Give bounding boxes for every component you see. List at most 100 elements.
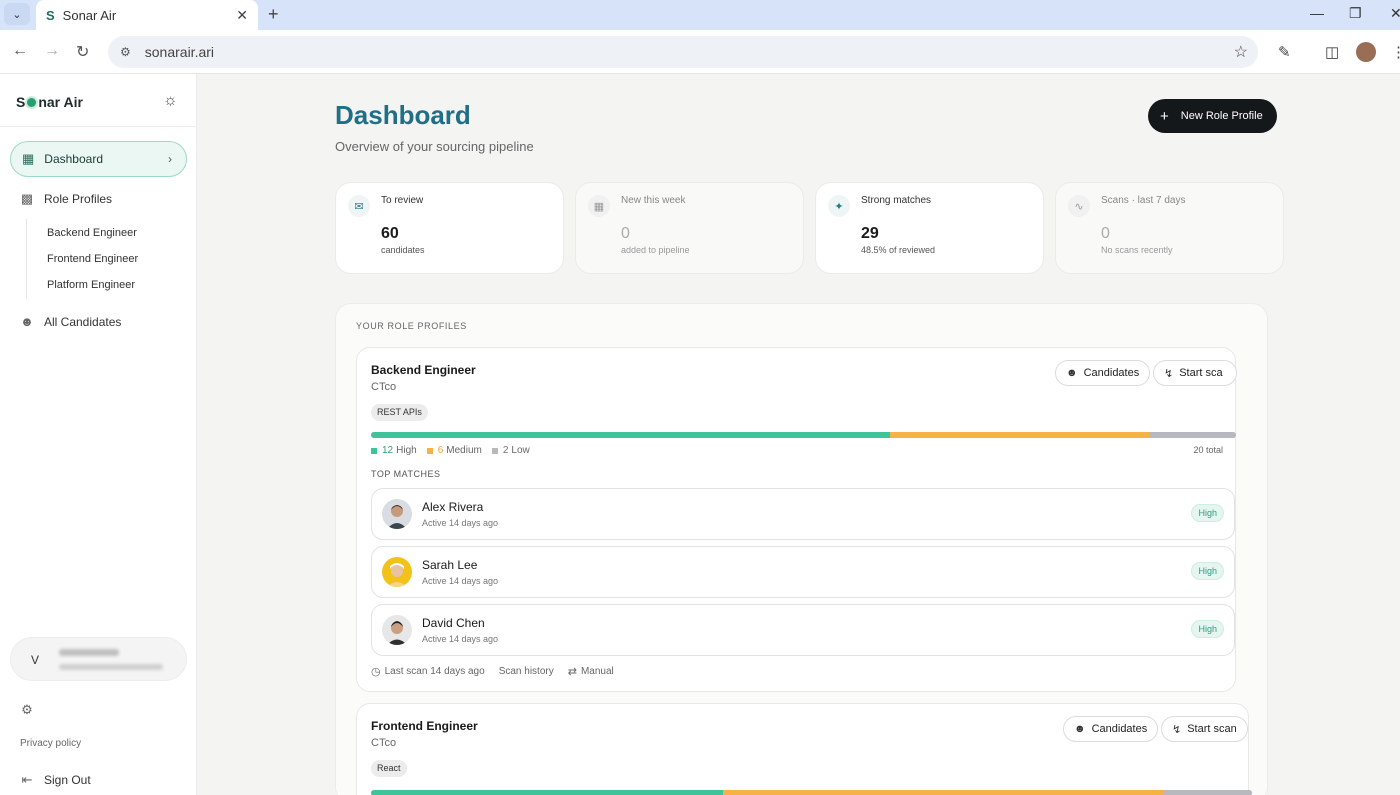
legend-swatch-low [491, 447, 498, 454]
sidebar: S nar Air ☼ ▦ Dashboard › ▩ Role Profile… [0, 74, 197, 795]
list-item[interactable]: Alex Rivera Active 14 days ago High [371, 488, 1235, 540]
window-close-icon[interactable]: ✕ [1390, 5, 1400, 22]
plus-icon[interactable]: + [268, 4, 279, 25]
start-scan-button[interactable]: ↯ Start scan [1161, 716, 1248, 742]
repeat-icon: ⇄ [567, 666, 577, 678]
sign-out-icon: ⇤ [21, 772, 33, 787]
sidebar-item-label: Role Profiles [44, 192, 113, 206]
brand-text-left: S [16, 94, 26, 110]
inbox-icon: ✉ [348, 195, 370, 217]
candidates-label: Candidates [1091, 723, 1148, 735]
brand-text-right: nar Air [38, 94, 83, 110]
role-card-frontend-engineer[interactable]: Frontend Engineer CTco React ☻ Candidate… [356, 703, 1252, 795]
user-email-redacted [59, 664, 163, 670]
legend-high-count: 12 [382, 445, 394, 456]
theme-toggle-icon[interactable]: ☼ [163, 92, 178, 110]
browser-profile-avatar[interactable] [1356, 42, 1376, 62]
restore-icon[interactable]: ❐ [1349, 5, 1362, 22]
sidebar-item-settings[interactable]: ⚙ [20, 702, 44, 718]
forward-icon[interactable]: → [44, 42, 60, 60]
new-role-profile-label: New Role Profile [1180, 110, 1263, 122]
sidebar-item-all-candidates[interactable]: ☻ All Candidates [20, 314, 121, 329]
list-item[interactable]: Sarah Lee Active 14 days ago High [371, 546, 1235, 598]
candidates-button[interactable]: ☻ Candidates [1063, 716, 1159, 742]
page-title: Dashboard [335, 100, 471, 130]
sidebar-subitem-platform[interactable]: Platform Engineer [47, 279, 135, 291]
skill-tag: React [371, 760, 407, 777]
extensions-icon[interactable]: ✎ [1278, 43, 1291, 61]
bar-segment-medium [723, 790, 1164, 795]
role-name: Backend Engineer [371, 363, 476, 377]
last-scan-text: Last scan 14 days ago [384, 666, 485, 677]
avatar: V [31, 653, 40, 667]
briefcase-icon: ▩ [20, 191, 34, 206]
bar-segment-high [371, 790, 724, 795]
lightning-icon: ↯ [1164, 367, 1174, 380]
stat-card-to-review[interactable]: ✉ To review 60 candidates [335, 182, 564, 274]
user-name-redacted [59, 649, 119, 656]
tab-list-icon[interactable]: ⌄ [4, 3, 30, 25]
manual-label: Manual [580, 666, 614, 677]
sign-out-button[interactable]: ⇤ Sign Out [20, 772, 91, 788]
avatar [382, 615, 412, 645]
sidebar-item-role-profiles[interactable]: ▩ Role Profiles [20, 191, 112, 207]
stat-card-strong-matches[interactable]: ✦ Strong matches 29 48.5% of reviewed [815, 182, 1044, 274]
legend-medium: 6 Medium [426, 445, 482, 456]
chevron-right-icon: › [168, 152, 172, 166]
start-scan-button[interactable]: ↯ Start sca [1153, 360, 1237, 386]
start-scan-label: Start scan [1187, 723, 1237, 735]
start-scan-label: Start sca [1179, 367, 1223, 379]
new-role-profile-button[interactable]: + New Role Profile [1148, 99, 1277, 133]
legend-medium-count: 6 [437, 445, 444, 456]
grid-icon: ▦ [22, 151, 35, 166]
site-info-icon[interactable]: ⚙ [120, 45, 131, 59]
stat-card-new-this-week[interactable]: ▦ New this week 0 added to pipeline [575, 182, 804, 274]
sidebar-item-dashboard[interactable]: ▦ Dashboard › [10, 141, 187, 177]
users-icon: ☻ [1066, 367, 1078, 379]
role-profiles-panel: YOUR ROLE PROFILES Backend Engineer CTco… [335, 303, 1268, 795]
stat-subtext: added to pipeline [621, 245, 690, 255]
sidebar-subitem-frontend[interactable]: Frontend Engineer [47, 253, 138, 265]
total-count: 20 total [1193, 445, 1223, 455]
favicon-icon: S [46, 7, 55, 23]
scan-history-link[interactable]: Scan history [499, 666, 554, 677]
candidate-activity: Active 14 days ago [422, 518, 499, 528]
sidebar-subitem-backend[interactable]: Backend Engineer [47, 227, 137, 239]
reload-icon[interactable]: ↻ [76, 42, 89, 62]
privacy-policy-link[interactable]: Privacy policy [20, 738, 81, 749]
candidates-button[interactable]: ☻ Candidates [1055, 360, 1151, 386]
card-footer: ◷ Last scan 14 days ago Scan history ⇄ M… [371, 665, 628, 678]
users-icon: ☻ [1074, 723, 1086, 735]
stat-card-scans[interactable]: ∿ Scans · last 7 days 0 No scans recentl… [1055, 182, 1284, 274]
candidate-name: Alex Rivera [422, 500, 484, 514]
candidate-name: Sarah Lee [422, 558, 478, 572]
candidates-label: Candidates [1083, 367, 1140, 379]
role-name: Frontend Engineer [371, 719, 478, 733]
user-account-card[interactable]: V [10, 637, 187, 681]
role-card-backend-engineer[interactable]: Backend Engineer CTco REST APIs ☻ Candid… [356, 347, 1237, 692]
address-bar[interactable]: ⚙ sonarair.ari ☆ [108, 36, 1258, 68]
calendar-icon: ▦ [588, 195, 610, 217]
bar-segment-low [1163, 790, 1252, 795]
more-icon[interactable]: ⋮ [1391, 43, 1400, 61]
activity-icon: ∿ [1068, 195, 1090, 217]
close-icon[interactable]: ✕ [236, 7, 248, 24]
plus-icon: + [1160, 107, 1169, 125]
back-icon[interactable]: ← [12, 42, 28, 60]
list-item[interactable]: David Chen Active 14 days ago High [371, 604, 1235, 656]
star-icon[interactable]: ☆ [1234, 42, 1248, 62]
users-icon: ☻ [20, 314, 34, 329]
sign-out-label: Sign Out [44, 773, 91, 787]
legend-low-text: Low [511, 445, 530, 456]
bar-segment-low [1149, 432, 1236, 438]
sidepanel-icon[interactable]: ◫ [1325, 43, 1339, 61]
tab-title: Sonar Air [62, 7, 117, 23]
brand-logo[interactable]: S nar Air [16, 94, 83, 110]
manual-toggle[interactable]: ⇄ Manual [568, 665, 614, 678]
role-profiles-submenu: Backend Engineer Frontend Engineer Platf… [26, 219, 138, 299]
legend-swatch-medium [426, 447, 433, 454]
gear-icon: ⚙ [21, 702, 33, 717]
minimize-icon[interactable]: — [1310, 5, 1324, 21]
browser-tab[interactable]: S Sonar Air ✕ [36, 0, 258, 30]
stat-label: Strong matches [861, 195, 932, 206]
